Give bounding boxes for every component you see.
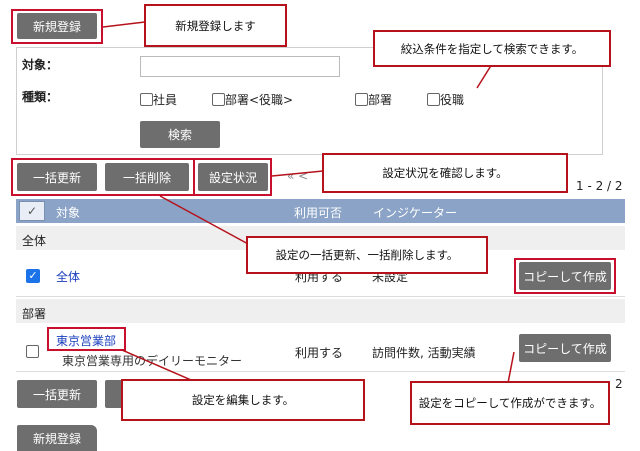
option-dept-position-checkbox[interactable]: [212, 93, 225, 106]
option-employee-checkbox[interactable]: [140, 93, 153, 106]
new-register-button-bottom[interactable]: 新規登録: [17, 425, 97, 451]
bulk-delete-button[interactable]: 一括削除: [105, 163, 189, 191]
callout-edit: 設定を編集します。: [121, 379, 365, 421]
copy-create-button[interactable]: コピーして作成: [519, 334, 611, 362]
pager-prev-arrows[interactable]: « <: [287, 169, 308, 183]
target-label: 対象：: [22, 58, 59, 72]
callout-bulk: 設定の一括更新、一括削除します。: [246, 236, 488, 274]
group-row-dept: [16, 299, 625, 323]
group-title: 部署: [22, 307, 47, 321]
bulk-update-button[interactable]: 一括更新: [17, 163, 97, 191]
group-title: 全体: [22, 234, 47, 248]
row-checkbox[interactable]: ✓: [26, 269, 40, 283]
select-all-checkbox[interactable]: ✓: [19, 201, 45, 221]
row-indicator: 訪問件数, 活動実績: [372, 346, 476, 360]
row-usage: 利用する: [295, 346, 344, 360]
header-usage: 利用可否: [294, 206, 343, 220]
row-divider: [16, 296, 625, 297]
header-target: 対象: [56, 206, 81, 220]
settings-status-button[interactable]: 設定状況: [198, 163, 268, 191]
new-register-button[interactable]: 新規登録: [17, 13, 97, 39]
row-divider: [16, 371, 625, 372]
search-button[interactable]: 検索: [140, 121, 220, 148]
callout-settings-status: 設定状況を確認します。: [322, 153, 568, 193]
target-input[interactable]: [140, 56, 340, 77]
row-name-link[interactable]: 東京営業部: [56, 332, 116, 349]
header-indicator: インジケーター: [373, 206, 458, 220]
option-employee-label: 社員: [153, 93, 178, 107]
pager-count-bottom: 2: [615, 377, 623, 391]
copy-create-button[interactable]: コピーして作成: [519, 262, 611, 290]
callout-filter: 絞込条件を指定して検索できます。: [373, 30, 611, 67]
option-position-checkbox[interactable]: [427, 93, 440, 106]
option-position-label: 役職: [440, 93, 465, 107]
type-label: 種類：: [22, 90, 59, 104]
option-dept-checkbox[interactable]: [355, 93, 368, 106]
callout-copy: 設定をコピーして作成ができます。: [410, 381, 610, 425]
pager-count: 1 - 2 / 2: [576, 179, 623, 193]
option-dept-label: 部署: [368, 93, 393, 107]
row-subtitle: 東京営業専用のデイリーモニター: [62, 354, 243, 368]
row-checkbox[interactable]: [26, 345, 39, 358]
bulk-update-button-bottom[interactable]: 一括更新: [17, 380, 97, 408]
row-name-link[interactable]: 全体: [56, 268, 80, 285]
option-dept-position-label: 部署<役職>: [225, 93, 294, 107]
callout-new-register: 新規登録します: [144, 4, 287, 47]
